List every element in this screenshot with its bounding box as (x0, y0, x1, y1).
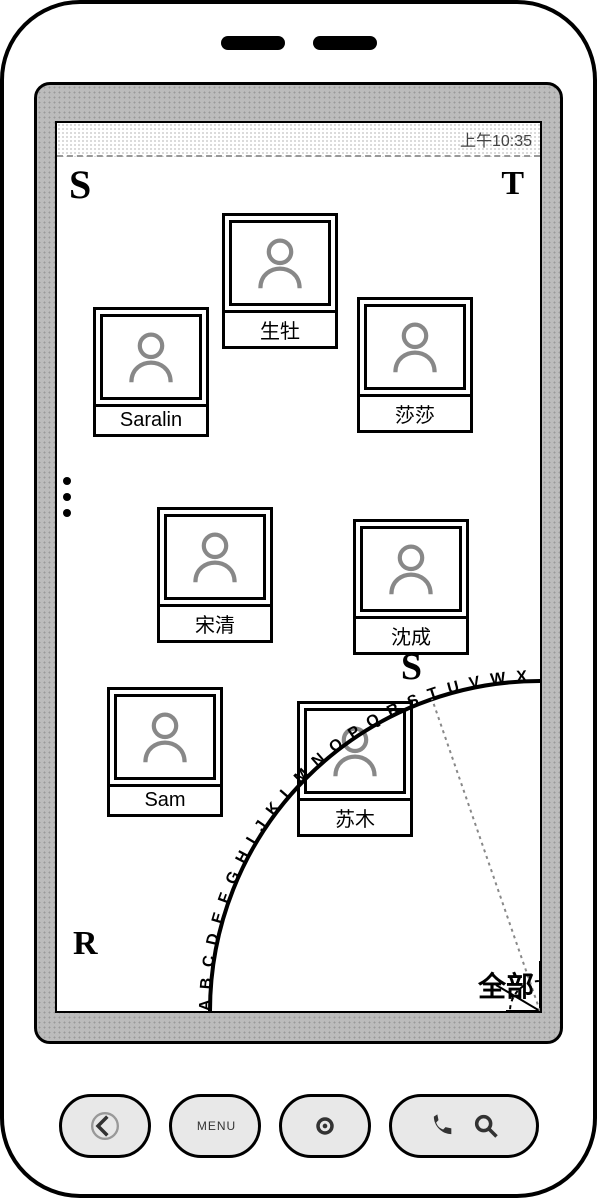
menu-label: MENU (197, 1119, 236, 1133)
status-time: 上午10:35 (460, 127, 532, 151)
arc-center-label[interactable]: 全部 (478, 965, 534, 1005)
contact-name: 莎莎 (357, 397, 473, 433)
avatar-icon (100, 314, 202, 400)
dot (63, 493, 71, 501)
arc-selected-letter: S (401, 645, 422, 689)
section-letter-current: S (69, 161, 91, 208)
phone-body: 上午10:35 S T R 生牡 (0, 0, 597, 1198)
alphabet-arc-index[interactable]: A B C D E F G H I J K L M N O P Q R S T … (180, 651, 540, 1011)
avatar-frame (353, 519, 469, 619)
avatar-frame (157, 507, 273, 607)
earpiece-slot (221, 36, 285, 50)
contact-name: 生牡 (222, 313, 338, 349)
avatar-frame (222, 213, 338, 313)
contact-card[interactable]: 生牡 (222, 213, 338, 349)
contact-name: 宋清 (157, 607, 273, 643)
contact-card[interactable]: Saralin (93, 307, 209, 437)
dot (63, 509, 71, 517)
back-button[interactable] (59, 1094, 151, 1158)
call-search-button[interactable] (389, 1094, 539, 1158)
screen-bezel: 上午10:35 S T R 生牡 (34, 82, 563, 1044)
avatar-frame (93, 307, 209, 407)
avatar-icon (164, 514, 266, 600)
status-bar: 上午10:35 (57, 123, 540, 157)
avatar-icon (364, 304, 466, 390)
contact-card[interactable]: 莎莎 (357, 297, 473, 433)
contact-card[interactable]: 沈成 (353, 519, 469, 655)
contacts-screen: S T R 生牡 (57, 157, 540, 1011)
screen: 上午10:35 S T R 生牡 (55, 121, 542, 1013)
dot (63, 477, 71, 485)
contact-name: Saralin (93, 407, 209, 437)
contact-card[interactable]: 宋清 (157, 507, 273, 643)
section-letter-next: T (501, 165, 524, 203)
avatar-frame (357, 297, 473, 397)
avatar-icon (360, 526, 462, 612)
menu-button[interactable]: MENU (169, 1094, 261, 1158)
avatar-icon (229, 220, 331, 306)
page-indicator (63, 477, 71, 517)
section-letter-prev: R (73, 925, 98, 963)
svg-text:A B C D E F G H I J K L M N O: A B C D E F G H I J K L M N O P Q R S T … (173, 638, 537, 1011)
hardware-buttons: MENU (4, 1094, 593, 1158)
earpiece-slot (313, 36, 377, 50)
earpiece (4, 36, 593, 50)
home-button[interactable] (279, 1094, 371, 1158)
